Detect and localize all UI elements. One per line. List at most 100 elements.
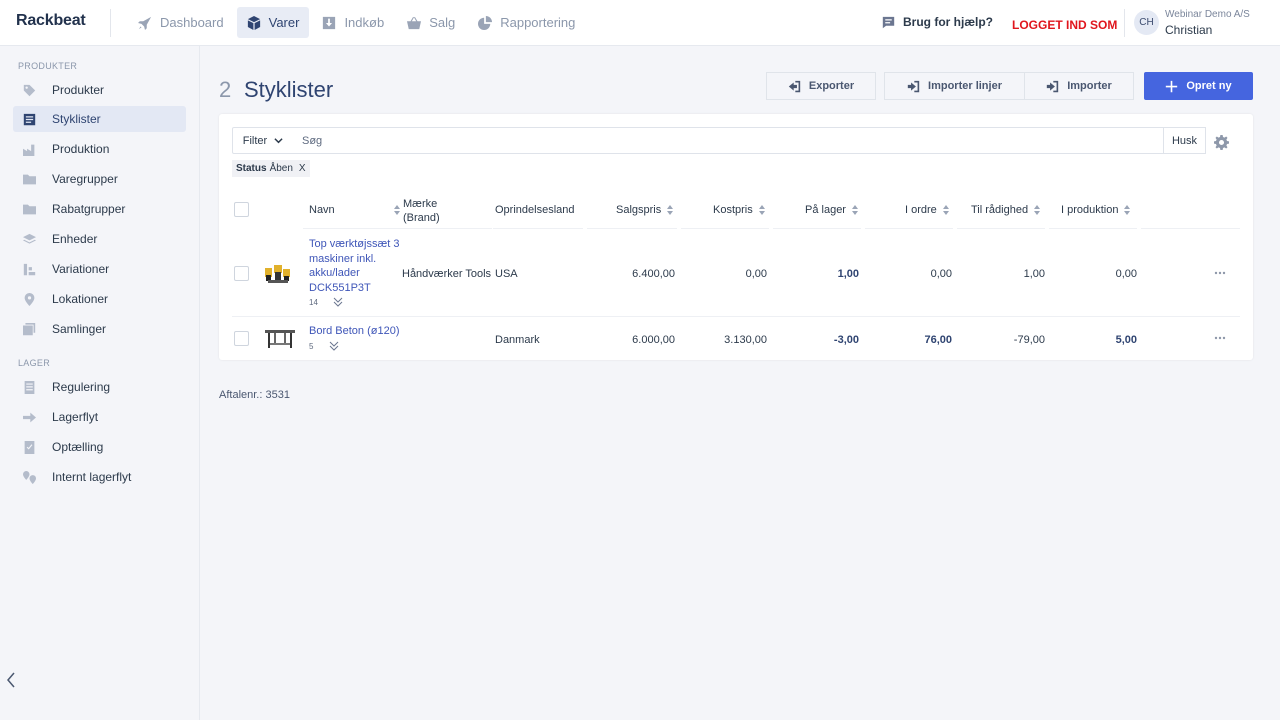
layers-icon [23,233,36,244]
col-brand-header[interactable]: Mærke (Brand) [403,197,440,225]
sidebar-item-produktion[interactable]: Produktion [13,136,186,162]
sidebar-item-produkter[interactable]: Produkter [13,77,186,103]
component-count: 5 [309,342,314,351]
page-title: Styklister [244,77,334,102]
col-sale-price-header[interactable]: Salgspris [616,204,674,216]
row-checkbox[interactable] [234,331,249,346]
export-button[interactable]: Exporter [766,72,876,100]
sidebar-item-label: Enheder [52,232,98,246]
product-name-link[interactable]: Top værktøjssæt 3 maskiner inkl. akku/la… [309,237,399,295]
sidebar: PRODUKTER Produkter Styklister Produktio… [0,46,200,720]
double-chevron-down-icon[interactable] [329,341,339,351]
component-count: 14 [309,298,318,307]
rocket-icon [138,16,152,30]
select-all-checkbox[interactable] [234,202,249,217]
create-new-button[interactable]: Opret ny [1144,72,1253,100]
sort-icon[interactable] [394,205,400,215]
app-logo[interactable]: Rackbeat [16,12,86,30]
nav-rapportering[interactable]: Rapportering [468,7,585,38]
sidebar-item-regulering[interactable]: Regulering [13,374,186,400]
col-available-header[interactable]: Til rådighed [971,204,1041,216]
sidebar-item-optaelling[interactable]: Optælling [13,434,186,460]
col-in-production-header[interactable]: I produktion [1061,204,1131,216]
chip-value: Åben [269,163,293,174]
sidebar-item-samlinger[interactable]: Samlinger [13,316,186,342]
checklist-icon [24,440,35,454]
product-thumbnail[interactable] [264,328,296,350]
more-options-icon[interactable] [1214,336,1226,340]
avatar[interactable]: CH [1134,10,1159,35]
double-chevron-down-icon[interactable] [333,297,343,307]
col-available-label: Til rådighed [971,204,1029,216]
sidebar-item-enheder[interactable]: Enheder [13,226,186,252]
filter-dropdown[interactable]: Filter [232,127,294,154]
on-order-cell[interactable]: 76,00 [865,334,952,346]
import-button-label: Importer [1067,80,1112,92]
main-nav: Dashboard Varer Indkøb Salg Rapportering [128,7,588,38]
product-name-link[interactable]: Bord Beton (ø120) [309,324,400,339]
sidebar-item-label: Styklister [52,112,101,126]
filter-label: Filter [242,134,268,147]
factory-icon [23,144,35,156]
sort-icon [758,205,765,215]
origin-cell: Danmark [495,334,540,346]
help-link[interactable]: Brug for hjælp? [882,15,993,29]
chevron-left-icon[interactable] [6,672,16,688]
sale-price-cell: 6.000,00 [632,334,675,346]
help-label: Brug for hjælp? [903,15,993,29]
product-thumbnail[interactable] [263,262,293,284]
sale-price-cell: 6.400,00 [632,268,675,280]
nav-varer[interactable]: Varer [236,7,310,38]
user-name[interactable]: Christian [1165,23,1212,37]
sidebar-item-internt-lagerflyt[interactable]: Internt lagerflyt [13,464,186,490]
col-on-order-header[interactable]: I ordre [905,204,949,216]
in-stock-cell[interactable]: -3,00 [773,334,859,346]
list-icon [23,113,36,125]
in-production-cell[interactable]: 5,00 [1051,334,1137,346]
col-cost-price-label: Kostpris [713,204,753,216]
sidebar-item-rabatgrupper[interactable]: Rabatgrupper [13,196,186,222]
collection-icon [23,322,36,335]
col-origin-header[interactable]: Oprindelsesland [495,204,575,216]
cost-price-cell: 0,00 [745,268,767,280]
col-in-stock-header[interactable]: På lager [805,204,858,216]
col-name-header[interactable]: Navn [309,204,335,216]
import-lines-button[interactable]: Importer linjer [884,72,1025,100]
sidebar-item-label: Optælling [52,440,104,454]
sidebar-item-label: Variationer [52,262,110,276]
more-options-icon[interactable] [1214,271,1226,275]
nav-indkob[interactable]: Indkøb [312,7,394,38]
agreement-number: Aftalenr.: 3531 [219,389,290,401]
sidebar-item-lokationer[interactable]: Lokationer [13,286,186,312]
chip-remove-icon[interactable]: X [299,163,306,174]
row-checkbox[interactable] [234,266,249,281]
logged-in-as-label: LOGGET IND SOM [1012,18,1118,32]
col-brand-label: Mærke [403,198,438,210]
sidebar-item-styklister[interactable]: Styklister [13,106,186,132]
sidebar-item-lagerflyt[interactable]: Lagerflyt [13,404,186,430]
search-input[interactable] [293,127,1164,154]
available-cell: 1,00 [1023,268,1045,280]
col-cost-price-header[interactable]: Kostpris [713,204,765,216]
nav-dashboard[interactable]: Dashboard [128,7,234,38]
cost-price-cell: 3.130,00 [724,334,767,346]
col-in-production-label: I produktion [1061,204,1119,216]
chevron-down-icon [274,138,283,144]
nav-dashboard-label: Dashboard [160,15,224,30]
import-button[interactable]: Importer [1024,72,1134,100]
sidebar-item-varegrupper[interactable]: Varegrupper [13,166,186,192]
create-new-button-label: Opret ny [1186,80,1232,92]
gear-icon[interactable] [1214,135,1229,150]
sidebar-item-label: Lagerflyt [52,410,99,424]
folder-icon [23,204,36,214]
sidebar-item-variationer[interactable]: Variationer [13,256,186,282]
sidebar-item-label: Internt lagerflyt [52,470,132,484]
product-name-line: akku/lader [309,267,360,279]
sidebar-item-label: Rabatgrupper [52,202,126,216]
nav-salg[interactable]: Salg [397,7,465,38]
import-icon [907,80,920,92]
divider [303,228,492,229]
divider [587,228,677,229]
remember-button[interactable]: Husk [1163,127,1206,154]
in-stock-cell[interactable]: 1,00 [773,268,859,280]
